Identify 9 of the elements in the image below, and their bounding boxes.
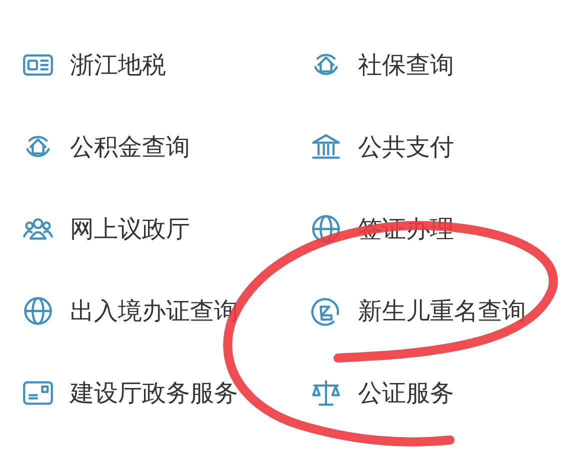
globe-icon xyxy=(22,295,54,327)
service-link[interactable]: 浙江地税 xyxy=(70,49,166,81)
service-link[interactable]: 社保查询 xyxy=(358,49,454,81)
service-link[interactable]: 公共支付 xyxy=(358,131,454,163)
service-link[interactable]: 网上议政厅 xyxy=(70,213,190,245)
service-link[interactable]: 公证服务 xyxy=(358,377,454,409)
service-link[interactable]: 公积金查询 xyxy=(70,131,190,163)
service-link[interactable]: 新生儿重名查询 xyxy=(358,295,526,327)
service-link[interactable]: 建设厅政务服务 xyxy=(70,377,238,409)
